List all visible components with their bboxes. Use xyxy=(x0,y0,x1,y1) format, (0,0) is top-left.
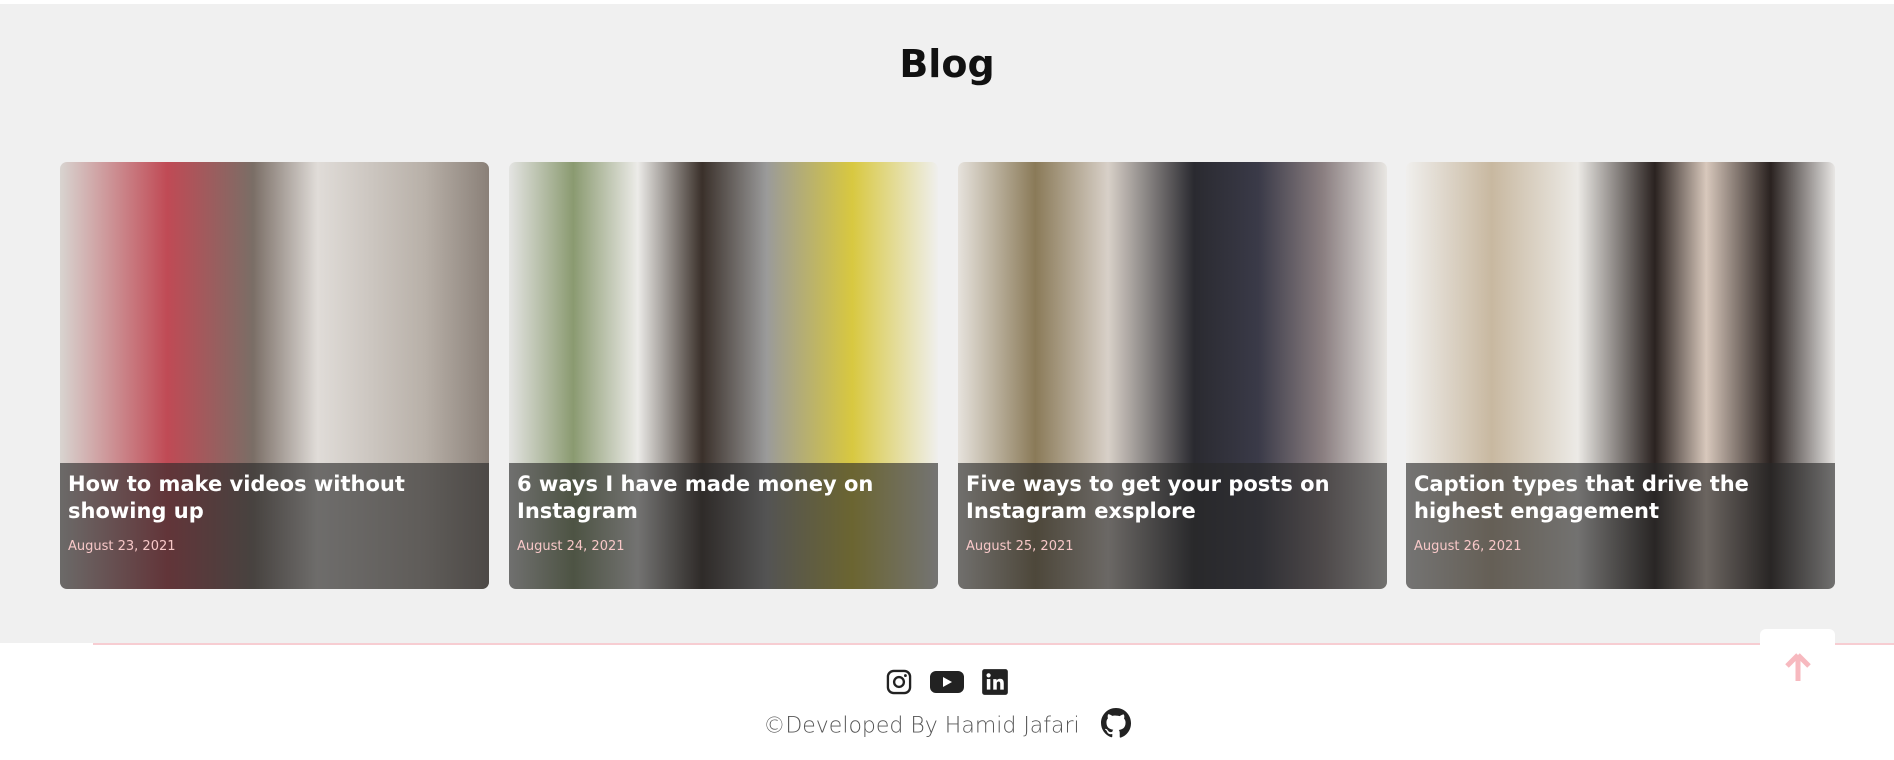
blog-post-card[interactable]: How to make videos without showing up Au… xyxy=(60,162,489,589)
credit-text: ©Developed By Hamid Jafari xyxy=(763,713,1080,739)
post-title[interactable]: 6 ways I have made money on Instagram xyxy=(517,471,926,525)
social-links xyxy=(0,668,1894,700)
blog-section: Blog How to make videos without showing … xyxy=(0,4,1894,643)
instagram-icon[interactable] xyxy=(885,668,913,700)
linkedin-icon[interactable] xyxy=(981,668,1009,700)
post-date: August 26, 2021 xyxy=(1414,539,1522,554)
post-caption-overlay: Five ways to get your posts on Instagram… xyxy=(958,463,1387,589)
post-caption-overlay: 6 ways I have made money on Instagram Au… xyxy=(509,463,938,589)
section-title: Blog xyxy=(899,42,995,86)
blog-post-card[interactable]: Five ways to get your posts on Instagram… xyxy=(958,162,1387,589)
youtube-icon[interactable] xyxy=(930,669,964,699)
post-date: August 23, 2021 xyxy=(68,539,176,554)
post-date: August 24, 2021 xyxy=(517,539,625,554)
blog-post-card[interactable]: 6 ways I have made money on Instagram Au… xyxy=(509,162,938,589)
post-caption-overlay: Caption types that drive the highest eng… xyxy=(1406,463,1835,589)
arrow-up-icon xyxy=(1782,651,1814,687)
github-icon[interactable] xyxy=(1100,708,1131,744)
footer-divider xyxy=(93,643,1894,645)
post-title[interactable]: Caption types that drive the highest eng… xyxy=(1414,471,1823,525)
post-caption-overlay: How to make videos without showing up Au… xyxy=(60,463,489,589)
post-title[interactable]: How to make videos without showing up xyxy=(68,471,477,525)
footer-credit: ©Developed By Hamid Jafari xyxy=(0,708,1894,744)
blog-post-card[interactable]: Caption types that drive the highest eng… xyxy=(1406,162,1835,589)
post-title[interactable]: Five ways to get your posts on Instagram… xyxy=(966,471,1375,525)
post-date: August 25, 2021 xyxy=(966,539,1074,554)
scroll-to-top-button[interactable] xyxy=(1760,629,1835,709)
